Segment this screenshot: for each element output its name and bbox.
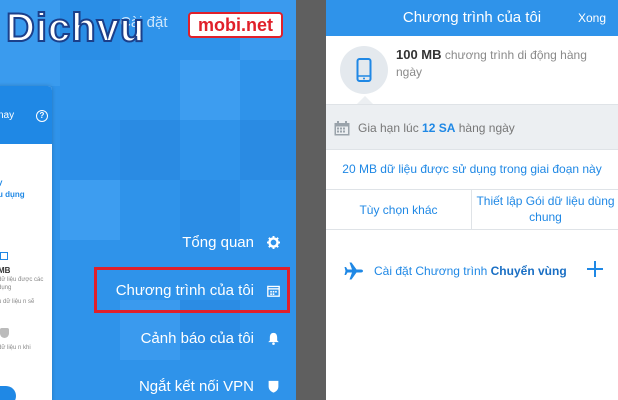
renewal-info: Gia hạn lúc 12 SA hàng ngày bbox=[326, 104, 618, 150]
gear-icon bbox=[266, 235, 280, 249]
menu-item-label: Ngắt kết nối VPN bbox=[138, 377, 254, 395]
shield-icon bbox=[0, 328, 9, 338]
highlight-box bbox=[94, 267, 290, 313]
card-action-button[interactable] bbox=[0, 386, 16, 400]
calendar-icon bbox=[334, 121, 350, 141]
plan-amount: 100 MB bbox=[396, 47, 442, 62]
phone-icon-badge bbox=[340, 46, 388, 94]
phone-icon bbox=[356, 58, 372, 82]
logo-badge: mobi.net bbox=[188, 12, 283, 38]
card-header: nay ? bbox=[0, 86, 52, 144]
header-bar: Chương trình của tôi Xong bbox=[326, 0, 618, 36]
card-line: u dụng bbox=[0, 190, 25, 199]
card-line: y bbox=[0, 178, 3, 187]
card-small-text: u dữ liệu n sẽ bbox=[0, 299, 35, 305]
calendar-icon bbox=[0, 252, 8, 260]
bg-tile bbox=[180, 60, 240, 120]
usage-info[interactable]: 20 MB dữ liệu được sử dụng trong giai đo… bbox=[326, 150, 618, 190]
menu-item-disconnect-vpn[interactable]: Ngắt kết nối VPN bbox=[139, 371, 280, 400]
bg-tile bbox=[120, 120, 180, 180]
plan-description: 100 MB chương trình di động hàng ngày bbox=[396, 46, 608, 81]
page-title: Chương trình của tôi bbox=[402, 9, 542, 26]
renewal-time: 12 SA bbox=[422, 121, 456, 135]
usage-text: 20 MB dữ liệu được sử dụng trong giai đo… bbox=[342, 162, 602, 176]
done-button[interactable]: Xong bbox=[578, 0, 606, 36]
renewal-suffix: hàng ngày bbox=[458, 121, 515, 135]
plan-summary: 100 MB chương trình di động hàng ngày bbox=[326, 36, 618, 102]
roaming-plan-row[interactable]: Cài đặt Chương trình Chuyển vùng bbox=[326, 250, 618, 290]
my-plan-panel: Chương trình của tôi Xong 100 MB chương … bbox=[326, 0, 618, 400]
card-mb: MB bbox=[0, 266, 11, 275]
card-small-text: dữ liệu được các dụng bbox=[0, 277, 44, 291]
menu-item-my-alerts[interactable]: Cảnh báo của tôi bbox=[141, 323, 280, 353]
shield-icon bbox=[266, 379, 280, 393]
bell-icon bbox=[266, 331, 280, 345]
logo-main-text: Dichvu bbox=[5, 5, 146, 51]
options-row: Tùy chọn khác Thiết lập Gói dữ liệu dùng… bbox=[326, 190, 618, 230]
menu-item-label: Cảnh báo của tôi bbox=[140, 329, 254, 347]
panel-divider bbox=[296, 0, 326, 400]
bg-tile bbox=[60, 120, 120, 180]
renewal-prefix: Gia hạn lúc bbox=[358, 121, 419, 135]
roaming-prefix: Cài đặt Chương trình bbox=[374, 264, 488, 278]
airplane-icon bbox=[344, 262, 364, 285]
renewal-text: Gia hạn lúc 12 SA hàng ngày bbox=[358, 121, 515, 135]
shared-data-plan-button[interactable]: Thiết lập Gói dữ liệu dùng chung bbox=[473, 193, 618, 225]
roaming-highlight: Chuyển vùng bbox=[490, 264, 567, 278]
settings-panel: Cài đặt nay ? y u dụng MB dữ liệu được c… bbox=[0, 0, 296, 400]
help-icon[interactable]: ? bbox=[36, 110, 48, 122]
card-header-text: nay bbox=[0, 110, 15, 121]
roaming-label: Cài đặt Chương trình Chuyển vùng bbox=[374, 264, 567, 278]
menu-item-label: Tổng quan bbox=[182, 233, 254, 251]
overview-card: nay ? y u dụng MB dữ liệu được các dụng … bbox=[0, 86, 52, 400]
bg-tile bbox=[240, 120, 296, 180]
dichvumobi-logo: Dichvu mobi.net bbox=[2, 5, 296, 58]
add-roaming-plus-icon[interactable] bbox=[586, 260, 604, 278]
menu-item-overview[interactable]: Tổng quan bbox=[182, 227, 280, 257]
card-small-text: dữ liệu n khi bbox=[0, 345, 31, 351]
bg-tile bbox=[60, 180, 120, 240]
more-options-button[interactable]: Tùy chọn khác bbox=[326, 190, 472, 230]
